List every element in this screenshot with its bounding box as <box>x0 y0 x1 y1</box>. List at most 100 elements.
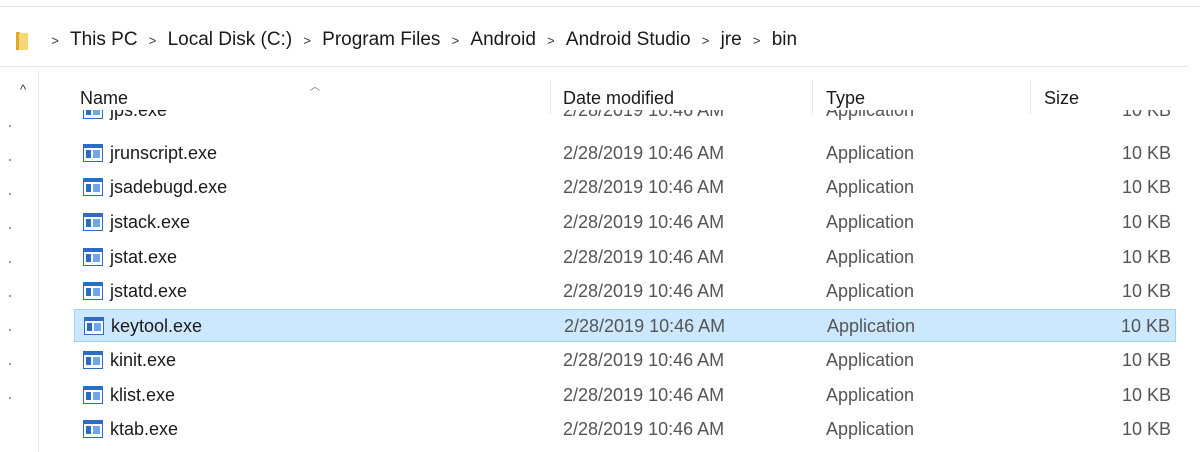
file-date-modified: 2/28/2019 10:46 AM <box>563 350 725 370</box>
file-row[interactable]: keytool.exe 2/28/2019 10:46 AM Application… <box>74 309 1176 342</box>
file-size: 10 KB <box>1121 350 1171 370</box>
nav-tree-dot <box>9 261 11 263</box>
application-exe-icon <box>83 110 103 119</box>
file-name: jstatd.exe <box>110 281 188 301</box>
file-name: klist.exe <box>110 385 176 405</box>
file-size: 10 KB <box>1121 110 1171 120</box>
file-name: ktab.exe <box>110 419 179 439</box>
chevron-right-icon[interactable]: > <box>46 33 64 48</box>
chevron-up-icon[interactable]: ^ <box>20 82 26 97</box>
application-exe-icon <box>83 386 103 404</box>
file-name: jsadebugd.exe <box>110 177 228 197</box>
file-size: 10 KB <box>1120 316 1170 336</box>
file-name: keytool.exe <box>111 316 203 336</box>
column-divider[interactable] <box>1030 80 1031 114</box>
file-date-modified: 2/28/2019 10:46 AM <box>563 143 725 163</box>
column-header-name[interactable]: Name <box>80 88 128 109</box>
nav-tree-dot <box>9 159 11 161</box>
file-row[interactable]: klist.exe 2/28/2019 10:46 AM Application 10… <box>74 379 1176 412</box>
column-header-type[interactable]: Type <box>826 88 865 109</box>
application-exe-icon <box>83 351 103 369</box>
nav-tree-dot <box>9 125 11 127</box>
ribbon-bottom-border <box>0 6 1200 7</box>
file-date-modified: 2/28/2019 10:46 AM <box>563 419 725 439</box>
file-row[interactable]: jstatd.exe 2/28/2019 10:46 AM Application 1… <box>74 275 1176 308</box>
file-name: jstat.exe <box>110 247 178 267</box>
file-row[interactable]: ktab.exe 2/28/2019 10:46 AM Application 10 … <box>74 413 1176 446</box>
file-type: Application <box>826 419 915 439</box>
file-type: Application <box>826 350 915 370</box>
file-explorer-window: > This PC > Local Disk (C:) > Program Files > A… <box>0 0 1200 452</box>
file-type: Application <box>826 212 915 232</box>
application-exe-icon <box>83 144 103 162</box>
column-header: ︿ Name Date modified Type Size <box>74 70 1184 114</box>
file-type: Application <box>826 281 915 301</box>
application-exe-icon <box>83 420 103 438</box>
chevron-right-icon[interactable]: > <box>144 33 162 48</box>
chevron-right-icon[interactable]: > <box>446 33 464 48</box>
application-exe-icon <box>83 248 103 266</box>
breadcrumb-item[interactable]: This PC <box>70 29 138 51</box>
file-name: jps.exe <box>110 110 168 120</box>
sort-ascending-icon: ︿ <box>310 82 320 93</box>
file-date-modified: 2/28/2019 10:46 AM <box>563 212 725 232</box>
file-name: jstack.exe <box>110 212 191 232</box>
file-type: Application <box>826 385 915 405</box>
chevron-right-icon[interactable]: > <box>542 33 560 48</box>
nav-tree-dot <box>9 329 11 331</box>
file-size: 10 KB <box>1121 212 1171 232</box>
file-size: 10 KB <box>1121 247 1171 267</box>
breadcrumb-item[interactable]: Program Files <box>322 29 440 51</box>
file-date-modified: 2/28/2019 10:46 AM <box>563 281 725 301</box>
file-type: Application <box>826 110 915 120</box>
address-bar[interactable]: > This PC > Local Disk (C:) > Program Files > A… <box>0 18 1188 67</box>
navigation-pane[interactable] <box>0 70 39 452</box>
application-exe-icon <box>84 317 104 335</box>
file-row[interactable]: kinit.exe 2/28/2019 10:46 AM Application 10… <box>74 344 1176 377</box>
chevron-right-icon[interactable]: > <box>748 33 766 48</box>
nav-tree-dot <box>9 227 11 229</box>
file-date-modified: 2/28/2019 10:46 AM <box>563 385 725 405</box>
breadcrumb-item[interactable]: Local Disk (C:) <box>168 29 293 51</box>
application-exe-icon <box>83 282 103 300</box>
file-type: Application <box>827 316 916 336</box>
file-list: jps.exe 2/28/2019 10:46 AM Application 10 K… <box>74 110 1176 452</box>
chevron-right-icon[interactable]: > <box>298 33 316 48</box>
breadcrumb-item[interactable]: jre <box>721 29 742 51</box>
column-divider[interactable] <box>550 80 551 114</box>
file-date-modified: 2/28/2019 10:46 AM <box>563 177 725 197</box>
file-date-modified: 2/28/2019 10:46 AM <box>563 110 725 120</box>
file-row[interactable]: jsadebugd.exe 2/28/2019 10:46 AM Applicati… <box>74 171 1176 204</box>
file-row[interactable]: jps.exe 2/28/2019 10:46 AM Application 10 K… <box>74 110 1176 127</box>
file-type: Application <box>826 247 915 267</box>
file-size: 10 KB <box>1121 281 1171 301</box>
application-exe-icon <box>83 178 103 196</box>
nav-tree-dot <box>9 193 11 195</box>
breadcrumb-item[interactable]: Android Studio <box>566 29 691 51</box>
file-name: jrunscript.exe <box>110 143 218 163</box>
file-size: 10 KB <box>1121 177 1171 197</box>
file-size: 10 KB <box>1121 143 1171 163</box>
nav-tree-dot <box>9 295 11 297</box>
file-type: Application <box>826 143 915 163</box>
file-row[interactable]: jstack.exe 2/28/2019 10:46 AM Application 1… <box>74 206 1176 239</box>
file-row[interactable]: jrunscript.exe 2/28/2019 10:46 AM Applicat… <box>74 137 1176 170</box>
column-divider[interactable] <box>812 80 813 114</box>
file-size: 10 KB <box>1121 385 1171 405</box>
file-size: 10 KB <box>1121 419 1171 439</box>
breadcrumb-item[interactable]: Android <box>470 29 536 51</box>
column-header-date[interactable]: Date modified <box>563 88 674 109</box>
breadcrumb: > This PC > Local Disk (C:) > Program Files > A… <box>40 29 797 51</box>
file-date-modified: 2/28/2019 10:46 AM <box>564 316 726 336</box>
application-exe-icon <box>83 213 103 231</box>
nav-tree-dot <box>9 397 11 399</box>
file-type: Application <box>826 177 915 197</box>
file-date-modified: 2/28/2019 10:46 AM <box>563 247 725 267</box>
column-header-size[interactable]: Size <box>1044 88 1079 109</box>
file-row[interactable]: jstat.exe 2/28/2019 10:46 AM Application 10… <box>74 241 1176 274</box>
breadcrumb-item[interactable]: bin <box>772 29 797 51</box>
file-name: kinit.exe <box>110 350 177 370</box>
folder-icon <box>16 32 28 50</box>
nav-tree-dot <box>9 363 11 365</box>
chevron-right-icon[interactable]: > <box>697 33 715 48</box>
